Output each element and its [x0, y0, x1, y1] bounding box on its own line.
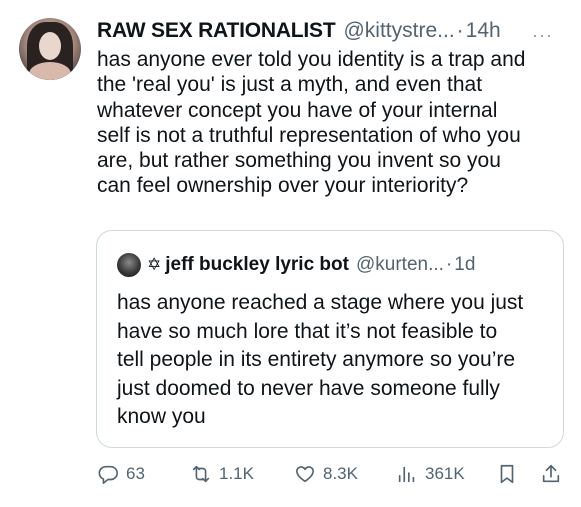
quoted-tweet-header: ✡ jeff buckley lyric bot @kurten... · 1d: [117, 253, 475, 277]
views-count: 361K: [425, 464, 465, 483]
quoted-tweet-text: has anyone reached a stage where you jus…: [117, 291, 524, 428]
reply-icon: [98, 465, 118, 484]
share-button[interactable]: [540, 463, 562, 485]
reply-button[interactable]: 63: [97, 463, 145, 485]
action-bar: 63 1.1K 8.3K 361K: [97, 460, 567, 488]
views-icon: [398, 466, 415, 483]
quoted-author-badge: ✡: [147, 255, 162, 274]
tweet-header: RAW SEX RATIONALIST @kittystre... · 14h …: [97, 17, 561, 45]
heart-icon: [295, 466, 315, 483]
tweet-text: has anyone ever told you identity is a t…: [97, 48, 526, 198]
views-button[interactable]: 361K: [396, 463, 465, 485]
tweet-card[interactable]: RAW SEX RATIONALIST @kittystre... · 14h …: [0, 0, 581, 507]
like-count: 8.3K: [323, 464, 358, 483]
quoted-author-handle: @kurten...: [355, 254, 444, 275]
header-separator: ·: [456, 19, 464, 42]
repost-button[interactable]: 1.1K: [190, 463, 254, 485]
quoted-post-timestamp: 1d: [454, 254, 476, 275]
avatar-body: [29, 62, 71, 80]
avatar-face: [39, 32, 61, 60]
author-display-name[interactable]: RAW SEX RATIONALIST: [97, 19, 336, 43]
repost-count: 1.1K: [219, 464, 254, 483]
bookmark-button[interactable]: [496, 463, 518, 485]
share-icon: [542, 464, 560, 483]
quoted-author-avatar: [117, 253, 141, 277]
bookmark-icon: [500, 464, 514, 484]
quoted-author-display-name: jeff buckley lyric bot: [165, 254, 349, 275]
more-options-icon[interactable]: ···: [532, 25, 553, 46]
quoted-header-separator: ·: [445, 254, 453, 275]
repost-icon: [192, 465, 210, 483]
author-handle[interactable]: @kittystre...: [343, 19, 454, 43]
author-avatar[interactable]: [19, 18, 81, 80]
like-button[interactable]: 8.3K: [294, 463, 358, 485]
post-timestamp[interactable]: 14h: [466, 19, 501, 43]
reply-count: 63: [126, 464, 145, 483]
quoted-tweet[interactable]: ✡ jeff buckley lyric bot @kurten... · 1d…: [96, 230, 564, 448]
